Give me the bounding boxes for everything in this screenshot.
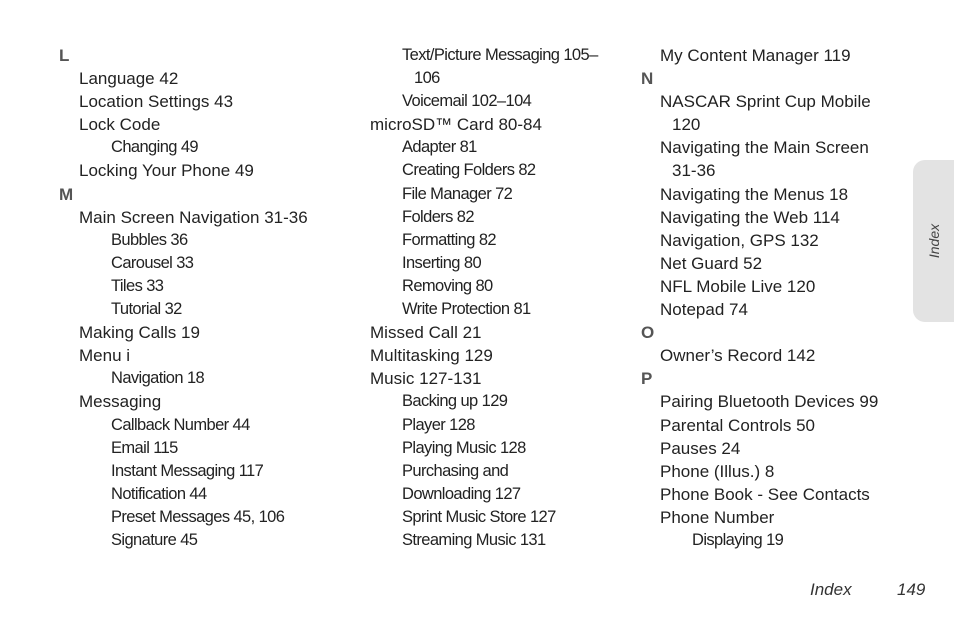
index-entry: Pairing Bluetooth Devices 99 bbox=[660, 392, 879, 412]
side-tab-label: Index bbox=[925, 223, 942, 259]
index-subentry: Sprint Music Store 127 bbox=[402, 507, 556, 526]
index-entry: Net Guard 52 bbox=[660, 253, 763, 273]
index-entry: Phone Book - See Contacts bbox=[660, 484, 870, 504]
index-subentry: Email 115 bbox=[111, 438, 178, 457]
index-entry: Main Screen Navigation 31-36 bbox=[79, 207, 308, 227]
index-subentry: Creating Folders 82 bbox=[402, 161, 536, 180]
index-entry: Menu i bbox=[79, 346, 131, 366]
index-entry: Navigation, GPS 132 bbox=[660, 230, 819, 250]
index-entry: My Content Manager 119 bbox=[660, 46, 851, 65]
index-entry: Navigating the Main Screen bbox=[660, 138, 869, 158]
index-subentry: Signature 45 bbox=[111, 530, 198, 549]
index-subentry: Bubbles 36 bbox=[111, 230, 188, 249]
index-entry: Phone (Illus.) 8 bbox=[660, 461, 775, 481]
index-subentry: Write Protection 81 bbox=[402, 300, 531, 319]
index-entry: NASCAR Sprint Cup Mobile bbox=[660, 92, 871, 112]
index-entry: Music 127-131 bbox=[370, 369, 482, 389]
index-entry: Making Calls 19 bbox=[79, 323, 200, 343]
index-subentry: Folders 82 bbox=[402, 207, 475, 226]
index-entry: Navigating the Web 114 bbox=[660, 207, 840, 227]
index-letter-heading: P bbox=[641, 369, 653, 389]
index-subentry: Carousel 33 bbox=[111, 253, 194, 272]
index-entry: Missed Call 21 bbox=[370, 323, 482, 343]
index-subentry: Formatting 82 bbox=[402, 230, 497, 249]
index-entry: Phone Number bbox=[660, 507, 775, 527]
index-column-3: My Content Manager 119 N NASCAR Sprint Cup… bbox=[641, 44, 878, 552]
index-subentry-continuation: 106 bbox=[414, 69, 440, 88]
index-entry-continuation: 31-36 bbox=[672, 161, 716, 181]
index-subentry: Navigation 18 bbox=[111, 369, 205, 388]
footer-page-number: 149 bbox=[897, 580, 926, 599]
index-subentry: File Manager 72 bbox=[402, 184, 513, 203]
index-entry: NFL Mobile Live 120 bbox=[660, 276, 816, 296]
index-subentry: Streaming Music 131 bbox=[402, 530, 546, 549]
index-entry: Messaging bbox=[79, 392, 162, 412]
index-letter-heading: L bbox=[59, 46, 70, 65]
index-subentry: Inserting 80 bbox=[402, 253, 482, 272]
index-entry: Lock Code bbox=[79, 115, 161, 135]
index-entry-continuation: 120 bbox=[672, 115, 701, 135]
index-subentry: Backing up 129 bbox=[402, 392, 508, 411]
index-letter-heading: N bbox=[641, 69, 654, 89]
index-subentry: Notification 44 bbox=[111, 484, 207, 503]
index-subentry: Callback Number 44 bbox=[111, 415, 250, 434]
index-entry: Multitasking 129 bbox=[370, 346, 493, 366]
section-side-tab: Index bbox=[913, 160, 954, 322]
index-subentry: Removing 80 bbox=[402, 276, 493, 295]
index-entry: Language 42 bbox=[79, 69, 179, 89]
index-subentry: Player 128 bbox=[402, 415, 475, 434]
index-entry: microSD™ Card 80-84 bbox=[370, 115, 542, 135]
index-subentry: Tutorial 32 bbox=[111, 300, 182, 319]
index-subentry: Tiles 33 bbox=[111, 276, 164, 295]
index-subentry: Voicemail 102–104 bbox=[402, 92, 532, 111]
index-entry: Pauses 24 bbox=[660, 438, 741, 458]
index-subentry: Purchasing and bbox=[402, 461, 509, 480]
index-entry: Notepad 74 bbox=[660, 300, 748, 320]
index-entry: Location Settings 43 bbox=[79, 92, 234, 112]
index-subentry: Preset Messages 45, 106 bbox=[111, 507, 285, 526]
index-subentry: Playing Music 128 bbox=[402, 438, 526, 457]
index-column-2: Text/Picture Messaging 105– 106 Voicemail … bbox=[370, 44, 598, 552]
index-entry: Owner’s Record 142 bbox=[660, 346, 816, 366]
index-subentry: Downloading 127 bbox=[402, 484, 521, 503]
index-letter-heading: O bbox=[641, 323, 655, 343]
index-subentry: Instant Messaging 117 bbox=[111, 461, 264, 480]
index-subentry: Text/Picture Messaging 105– bbox=[402, 46, 598, 64]
index-column-1: L Language 42 Location Settings 43 Lock Cod… bbox=[59, 44, 308, 552]
index-subentry: Displaying 19 bbox=[692, 530, 784, 549]
index-entry: Navigating the Menus 18 bbox=[660, 184, 849, 204]
index-entry: Locking Your Phone 49 bbox=[79, 161, 254, 181]
index-subentry: Changing 49 bbox=[111, 138, 199, 157]
index-entry: Parental Controls 50 bbox=[660, 415, 815, 435]
index-subentry: Adapter 81 bbox=[402, 138, 477, 157]
index-letter-heading: M bbox=[59, 184, 74, 204]
footer-section-title: Index bbox=[810, 580, 852, 599]
